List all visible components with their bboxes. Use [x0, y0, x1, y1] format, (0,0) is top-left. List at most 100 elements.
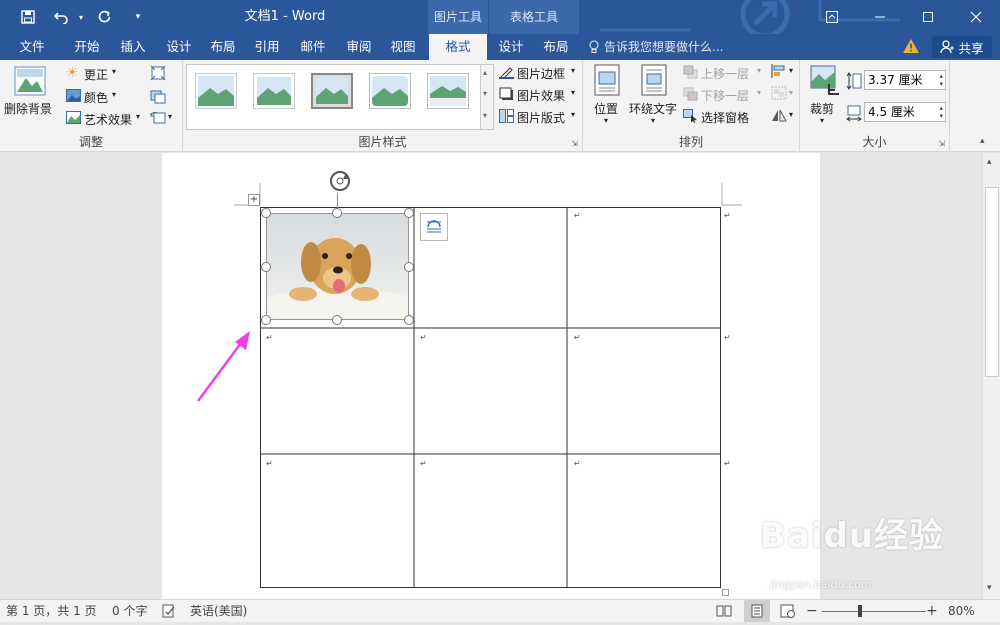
- position-button[interactable]: 位置 ▾: [591, 64, 623, 130]
- baidu-watermark: Baidu经验: [760, 516, 945, 556]
- tab-home[interactable]: 开始: [64, 34, 110, 60]
- compress-pictures-icon[interactable]: [150, 65, 168, 83]
- resize-handle-bottom[interactable]: [332, 315, 342, 325]
- maximize-icon[interactable]: [904, 0, 952, 34]
- title-bar: ▾ ▾ 文档1 - Word 图片工具 表格工具: [0, 0, 1000, 34]
- vertical-scrollbar[interactable]: ▴ ▾: [982, 153, 1000, 599]
- rotation-handle-line: [337, 193, 338, 209]
- zoom-level[interactable]: 80%: [948, 600, 975, 622]
- language-indicator[interactable]: 英语(美国): [190, 600, 247, 622]
- resize-handle-left[interactable]: [261, 262, 271, 272]
- cell-end-mark: ↵: [266, 459, 273, 468]
- picture-border-button[interactable]: 图片边框 ▾: [499, 64, 581, 82]
- save-icon[interactable]: [14, 3, 42, 31]
- undo-icon[interactable]: [48, 3, 76, 31]
- scroll-up-icon[interactable]: ▴: [987, 157, 992, 167]
- tab-view[interactable]: 视图: [380, 34, 426, 60]
- artistic-effects-icon: [66, 111, 81, 124]
- align-icon[interactable]: ▾: [771, 64, 797, 82]
- table-resize-handle[interactable]: [722, 589, 729, 596]
- tab-table-design[interactable]: 设计: [489, 34, 533, 60]
- picture-styles-launcher-icon[interactable]: ⇲: [571, 139, 578, 148]
- word-count[interactable]: 0 个字: [112, 600, 147, 622]
- resize-handle-bottom-left[interactable]: [261, 315, 271, 325]
- selected-picture[interactable]: [259, 213, 419, 324]
- share-button[interactable]: 共享: [932, 36, 992, 58]
- resize-handle-top-right[interactable]: [404, 208, 414, 218]
- page-count[interactable]: 第 1 页，共 1 页: [6, 600, 97, 622]
- artistic-effects-dropdown-icon: ▾: [136, 112, 141, 121]
- web-layout-icon[interactable]: [780, 600, 796, 622]
- size-launcher-icon[interactable]: ⇲: [938, 139, 945, 148]
- rotation-handle-icon[interactable]: [326, 167, 354, 195]
- wrap-text-icon: [641, 64, 667, 96]
- read-mode-icon[interactable]: [716, 600, 732, 622]
- proofing-icon[interactable]: [162, 600, 176, 622]
- style-thumbnail-2[interactable]: [253, 73, 295, 109]
- resize-handle-bottom-right[interactable]: [404, 315, 414, 325]
- rotate-icon[interactable]: ▾: [771, 108, 797, 126]
- gallery-scroll-up-icon[interactable]: ▴: [483, 68, 487, 77]
- artistic-effects-button[interactable]: 艺术效果 ▾: [66, 110, 146, 128]
- warning-icon[interactable]: [902, 38, 920, 56]
- customize-qat-icon[interactable]: ▾: [124, 3, 152, 31]
- wrap-text-button[interactable]: 环绕文字 ▾: [627, 64, 683, 130]
- style-thumbnail-1[interactable]: [195, 73, 237, 109]
- tab-picture-format[interactable]: 格式: [429, 34, 487, 60]
- tab-layout[interactable]: 布局: [200, 34, 246, 60]
- change-picture-icon[interactable]: [150, 88, 168, 106]
- color-label: 颜色: [84, 91, 109, 105]
- zoom-slider[interactable]: [822, 600, 926, 622]
- corrections-button[interactable]: ☀ 更正 ▾: [66, 65, 136, 83]
- shape-width-input[interactable]: 4.5 厘米 ▴ ▾: [864, 102, 946, 122]
- shape-height-spinner[interactable]: ▴ ▾: [939, 72, 943, 88]
- annotation-arrow: [197, 331, 250, 402]
- shape-height-input[interactable]: 3.37 厘米 ▴ ▾: [864, 70, 946, 90]
- selection-pane-button[interactable]: 选择窗格: [683, 108, 765, 126]
- picture-effects-button[interactable]: 图片效果 ▾: [499, 86, 581, 104]
- zoom-out-icon[interactable]: −: [806, 600, 818, 622]
- tab-table-layout[interactable]: 布局: [534, 34, 578, 60]
- style-thumbnail-5[interactable]: [427, 73, 469, 109]
- remove-background-button[interactable]: 删除背景: [4, 64, 58, 120]
- tab-mailings[interactable]: 邮件: [290, 34, 336, 60]
- style-thumbnail-3[interactable]: [311, 73, 353, 109]
- rotate-dropdown-icon: ▾: [789, 110, 794, 119]
- crop-button[interactable]: 裁剪 ▾: [806, 64, 842, 130]
- gallery-scroll-down-icon[interactable]: ▾: [483, 89, 487, 98]
- gallery-more-icon[interactable]: ▾: [483, 111, 487, 120]
- color-button[interactable]: 颜色 ▾: [66, 88, 136, 106]
- zoom-in-icon[interactable]: +: [926, 600, 938, 622]
- undo-dropdown-icon[interactable]: ▾: [76, 3, 86, 31]
- document-page[interactable]: + ↵ ↵ ↵ ↵ ↵ ↵ ↵ ↵ ↵ ↵: [162, 153, 820, 599]
- picture-styles-gallery[interactable]: ▴ ▾ ▾: [186, 64, 494, 130]
- tab-review[interactable]: 审阅: [336, 34, 382, 60]
- tab-references[interactable]: 引用: [244, 34, 290, 60]
- tab-insert[interactable]: 插入: [110, 34, 156, 60]
- resize-handle-top[interactable]: [332, 208, 342, 218]
- crop-icon: [810, 65, 839, 95]
- collapse-ribbon-icon[interactable]: ▴: [980, 136, 985, 146]
- send-backward-dropdown-icon: ▾: [757, 88, 762, 97]
- tab-design[interactable]: 设计: [156, 34, 202, 60]
- zoom-slider-thumb[interactable]: [858, 605, 862, 617]
- scroll-down-icon[interactable]: ▾: [987, 583, 992, 593]
- picture-layout-button[interactable]: 图片版式 ▾: [499, 108, 581, 126]
- redo-icon[interactable]: [90, 3, 118, 31]
- resize-handle-right[interactable]: [404, 262, 414, 272]
- scroll-thumb[interactable]: [985, 187, 999, 377]
- minimize-icon[interactable]: [856, 0, 904, 34]
- tab-file[interactable]: 文件: [6, 34, 58, 60]
- status-bar: 第 1 页，共 1 页 0 个字 英语(美国) − + 80%: [0, 599, 1000, 622]
- shape-width-spinner[interactable]: ▴ ▾: [939, 104, 943, 120]
- print-layout-icon[interactable]: [744, 600, 770, 622]
- layout-options-button[interactable]: [420, 213, 448, 241]
- resize-handle-top-left[interactable]: [261, 208, 271, 218]
- ribbon-display-options-icon[interactable]: [808, 0, 856, 34]
- close-icon[interactable]: [952, 0, 1000, 34]
- tell-me-box[interactable]: 告诉我您想要做什么...: [588, 34, 723, 60]
- reset-picture-icon[interactable]: ▾: [150, 110, 176, 128]
- table-move-handle-icon[interactable]: +: [248, 194, 260, 206]
- style-thumbnail-4[interactable]: [369, 73, 411, 109]
- baidu-watermark-url: jingyan.baidu.com: [770, 578, 872, 591]
